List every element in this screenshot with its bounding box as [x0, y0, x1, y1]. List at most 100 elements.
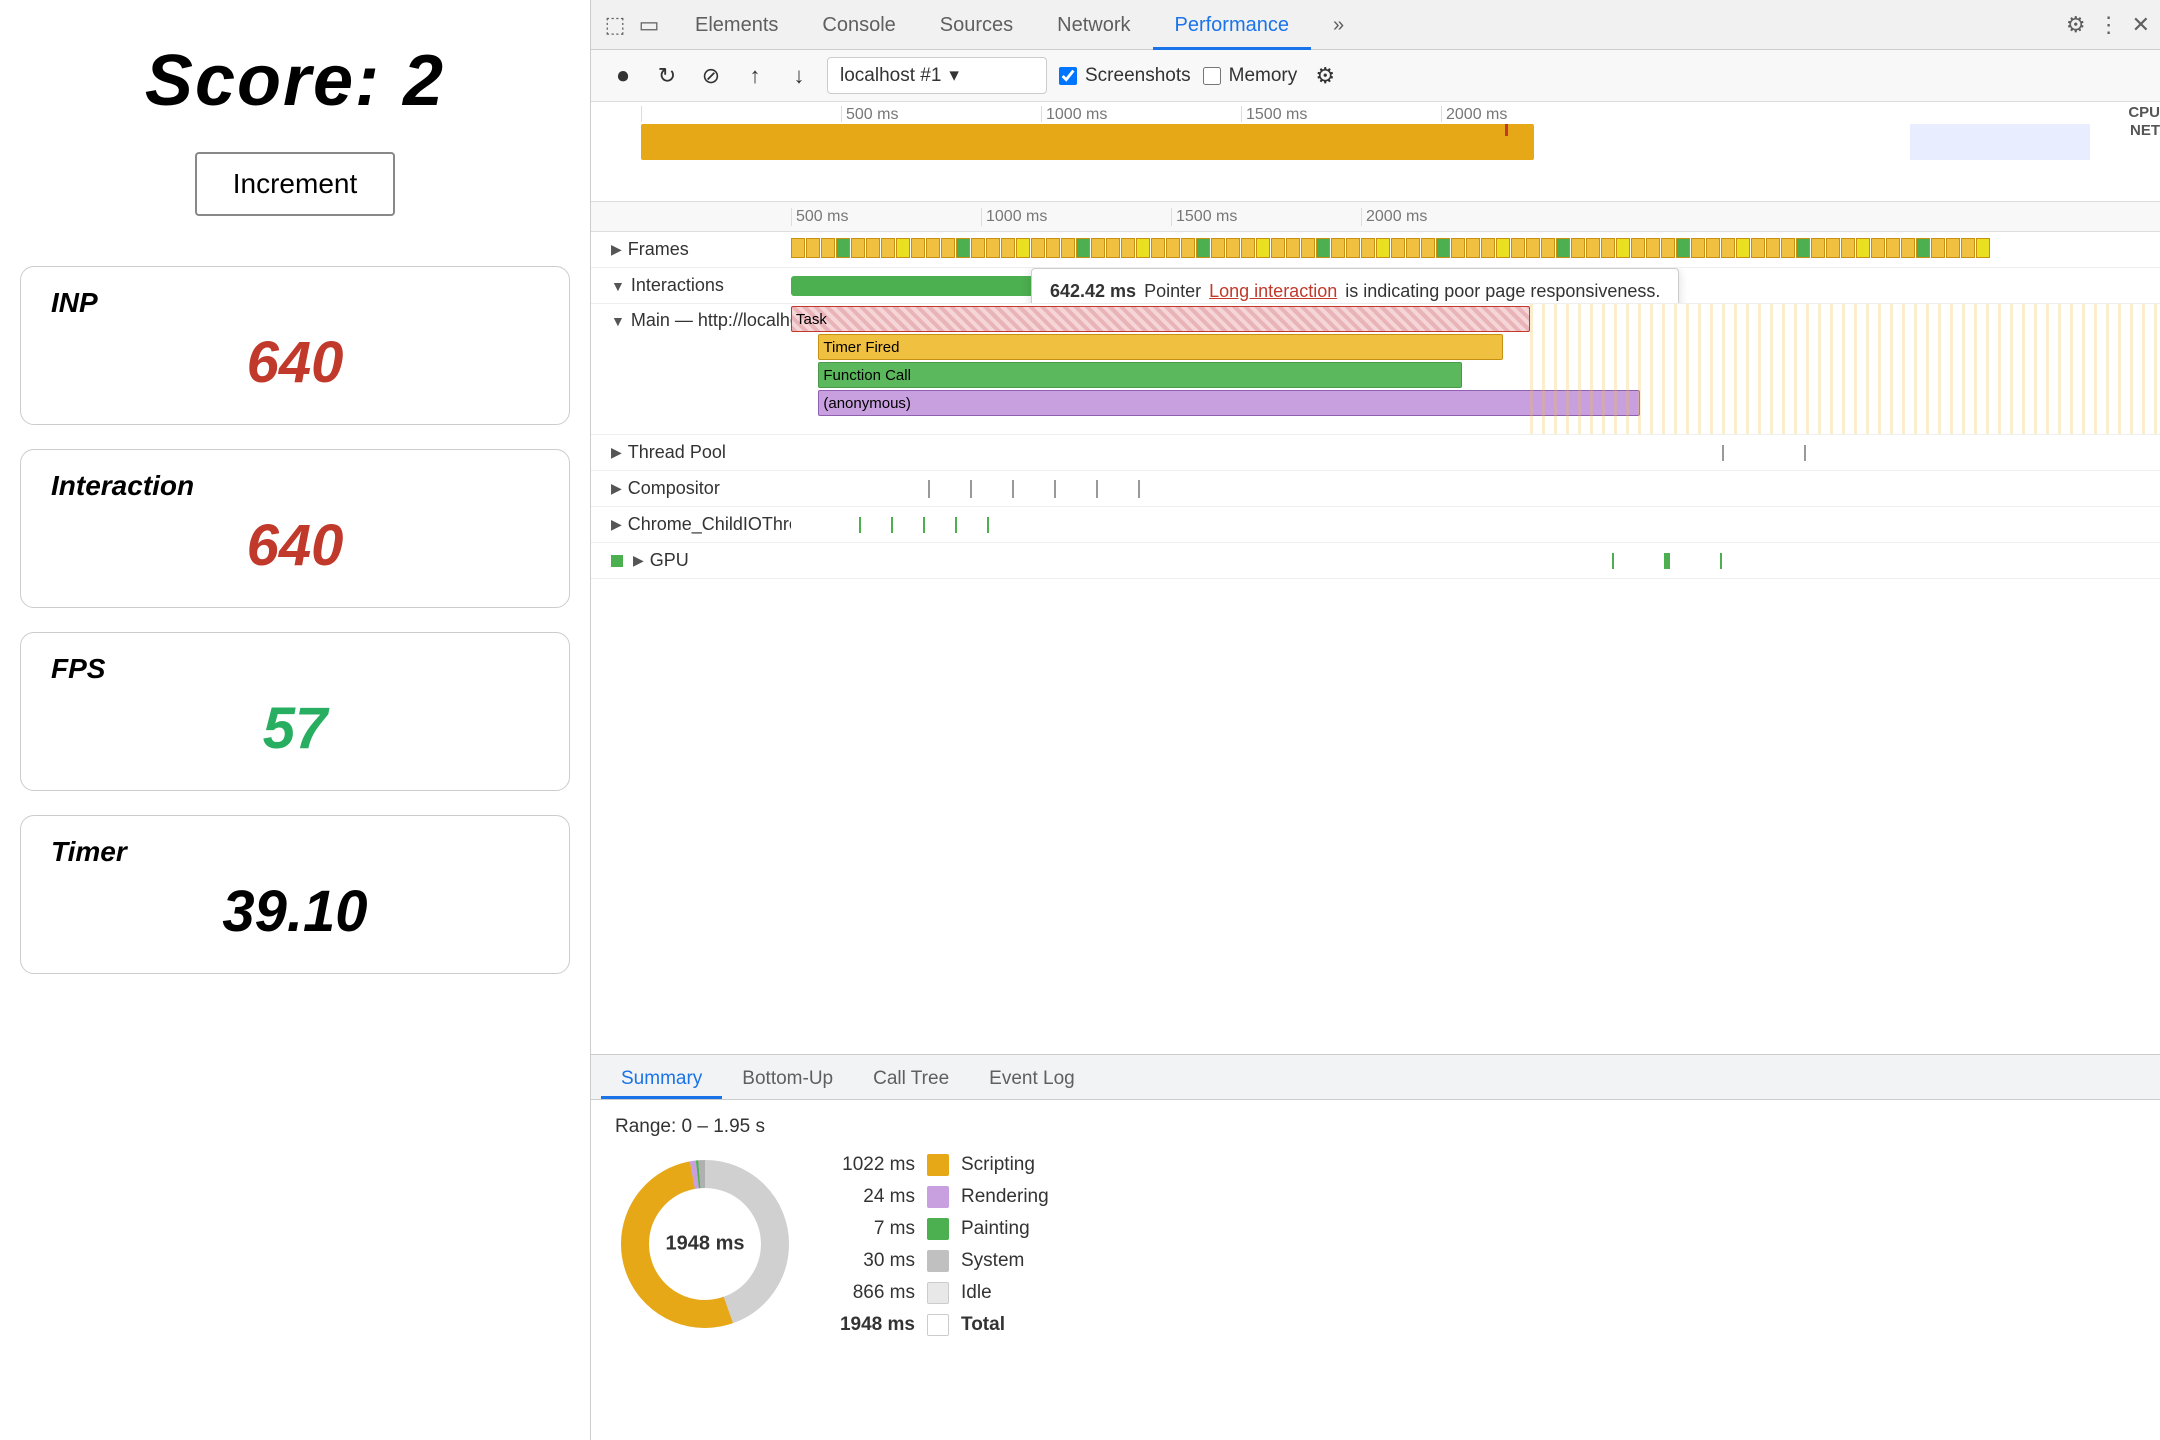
- devtools-tabbar: ⬚ ▭ Elements Console Sources Network Per…: [591, 0, 2160, 50]
- gpu-tick2: [1664, 553, 1670, 569]
- task-bar-anonymous[interactable]: (anonymous): [818, 390, 1639, 416]
- tab-more[interactable]: »: [1311, 0, 1366, 50]
- memory-checkbox[interactable]: [1203, 67, 1221, 85]
- settings-icon[interactable]: ⚙: [2066, 12, 2086, 38]
- ruler-mark-2000: 2000 ms: [1441, 106, 1641, 122]
- child-io-label[interactable]: ▶ Chrome_ChildIOThread: [591, 510, 791, 539]
- frame-block: [911, 238, 925, 258]
- close-icon[interactable]: ✕: [2132, 12, 2150, 38]
- comp-tick2: [970, 480, 972, 498]
- device-icon[interactable]: ▭: [635, 11, 663, 39]
- main-track-label[interactable]: ▼ Main — http://localho: [591, 304, 791, 335]
- ruler-mark-500: 500 ms: [841, 106, 1041, 122]
- legend-row-system: 30 ms System: [835, 1250, 1049, 1272]
- comp-tick3: [1012, 480, 1014, 498]
- frame-block: [1286, 238, 1300, 258]
- frame-block: [1016, 238, 1030, 258]
- timeline-tracks[interactable]: ▶ Frames // Will be generated by JS belo…: [591, 232, 2160, 1054]
- frame-block: [1136, 238, 1150, 258]
- frame-block: [1046, 238, 1060, 258]
- frames-label[interactable]: ▶ Frames: [591, 235, 791, 264]
- record-button[interactable]: ⏺: [607, 60, 639, 92]
- tab-bottom-up[interactable]: Bottom-Up: [722, 1059, 853, 1099]
- increment-button[interactable]: Increment: [195, 152, 396, 216]
- interactions-arrow[interactable]: ▼: [611, 278, 625, 294]
- more-icon[interactable]: ⋮: [2098, 12, 2120, 38]
- tab-performance[interactable]: Performance: [1153, 0, 1312, 50]
- reload-button[interactable]: ↻: [651, 60, 683, 92]
- frame-block: [1556, 238, 1570, 258]
- interactions-label-text: Interactions: [631, 275, 724, 296]
- gpu-label[interactable]: ▶ GPU: [591, 546, 791, 575]
- tl-ruler-500: 500 ms: [791, 208, 981, 226]
- thread-pool-arrow[interactable]: ▶: [611, 444, 622, 461]
- gpu-content: [791, 543, 2160, 578]
- settings-gear-icon[interactable]: ⚙: [1309, 60, 1341, 92]
- tab-elements[interactable]: Elements: [673, 0, 800, 50]
- frame-block: [1061, 238, 1075, 258]
- frame-block: [836, 238, 850, 258]
- task-bar-task[interactable]: Task: [791, 306, 1530, 332]
- frame-block: [851, 238, 865, 258]
- tooltip-suffix: is indicating poor page responsiveness.: [1345, 281, 1660, 302]
- frame-block: [1241, 238, 1255, 258]
- interactions-label[interactable]: ▼ Interactions: [591, 271, 791, 300]
- inspect-icon[interactable]: ⬚: [601, 11, 629, 39]
- devtools-tabs: Elements Console Sources Network Perform…: [673, 0, 1366, 50]
- child-io-arrow[interactable]: ▶: [611, 516, 622, 533]
- legend-val-scripting: 1022 ms: [835, 1154, 915, 1176]
- tooltip-link[interactable]: Long interaction: [1209, 281, 1337, 302]
- io-tick5: [987, 517, 989, 533]
- compositor-label[interactable]: ▶ Compositor: [591, 474, 791, 503]
- frame-block: [806, 238, 820, 258]
- gpu-arrow[interactable]: ▶: [633, 552, 644, 569]
- frame-block: [1616, 238, 1630, 258]
- url-dropdown[interactable]: localhost #1 ▾: [827, 57, 1047, 94]
- tl-ruler-1000: 1000 ms: [981, 208, 1171, 226]
- compositor-arrow[interactable]: ▶: [611, 480, 622, 497]
- frame-block: [1106, 238, 1120, 258]
- score-label: Score:: [145, 41, 381, 121]
- tab-network[interactable]: Network: [1035, 0, 1152, 50]
- frame-block: [1361, 238, 1375, 258]
- comp-tick5: [1096, 480, 1098, 498]
- screenshots-label: Screenshots: [1085, 65, 1191, 87]
- comp-tick: [928, 480, 930, 498]
- main-arrow[interactable]: ▼: [611, 313, 625, 329]
- main-track-content: Task Timer Fired Function Call (anonymou…: [791, 304, 2160, 434]
- compositor-ticks: [791, 471, 2160, 506]
- frame-block: [1121, 238, 1135, 258]
- tab-sources[interactable]: Sources: [918, 0, 1035, 50]
- gpu-ticks: [791, 543, 2160, 578]
- task-bar-timer[interactable]: Timer Fired: [818, 334, 1503, 360]
- tab-summary[interactable]: Summary: [601, 1059, 722, 1099]
- download-button[interactable]: ↓: [783, 60, 815, 92]
- memory-checkbox-group: Memory: [1203, 65, 1298, 87]
- task-bar-function[interactable]: Function Call: [818, 362, 1461, 388]
- screenshots-checkbox[interactable]: [1059, 67, 1077, 85]
- tab-call-tree[interactable]: Call Tree: [853, 1059, 969, 1099]
- main-right-pattern: [1530, 304, 2160, 434]
- frame-block: [1196, 238, 1210, 258]
- clear-button[interactable]: ⊘: [695, 60, 727, 92]
- upload-button[interactable]: ↑: [739, 60, 771, 92]
- overview-bar[interactable]: 500 ms 1000 ms 1500 ms 2000 ms CPU NET: [591, 102, 2160, 202]
- thread-pool-label[interactable]: ▶ Thread Pool: [591, 438, 791, 467]
- frame-block: [1811, 238, 1825, 258]
- tab-event-log[interactable]: Event Log: [969, 1059, 1095, 1099]
- frame-block: [881, 238, 895, 258]
- frame-block: [1271, 238, 1285, 258]
- tab-console[interactable]: Console: [800, 0, 917, 50]
- main-label-text: Main — http://localho: [631, 310, 791, 331]
- frame-block: [1916, 238, 1930, 258]
- frame-block: [1826, 238, 1840, 258]
- legend-val-system: 30 ms: [835, 1250, 915, 1272]
- interactions-content: 642.42 ms Pointer Long interaction is in…: [791, 268, 2160, 303]
- frame-block: [1691, 238, 1705, 258]
- frame-block: [1766, 238, 1780, 258]
- selection-highlight: [1910, 124, 2090, 160]
- frames-arrow[interactable]: ▶: [611, 241, 622, 258]
- io-tick3: [923, 517, 925, 533]
- frame-block: [1031, 238, 1045, 258]
- frame-block: [956, 238, 970, 258]
